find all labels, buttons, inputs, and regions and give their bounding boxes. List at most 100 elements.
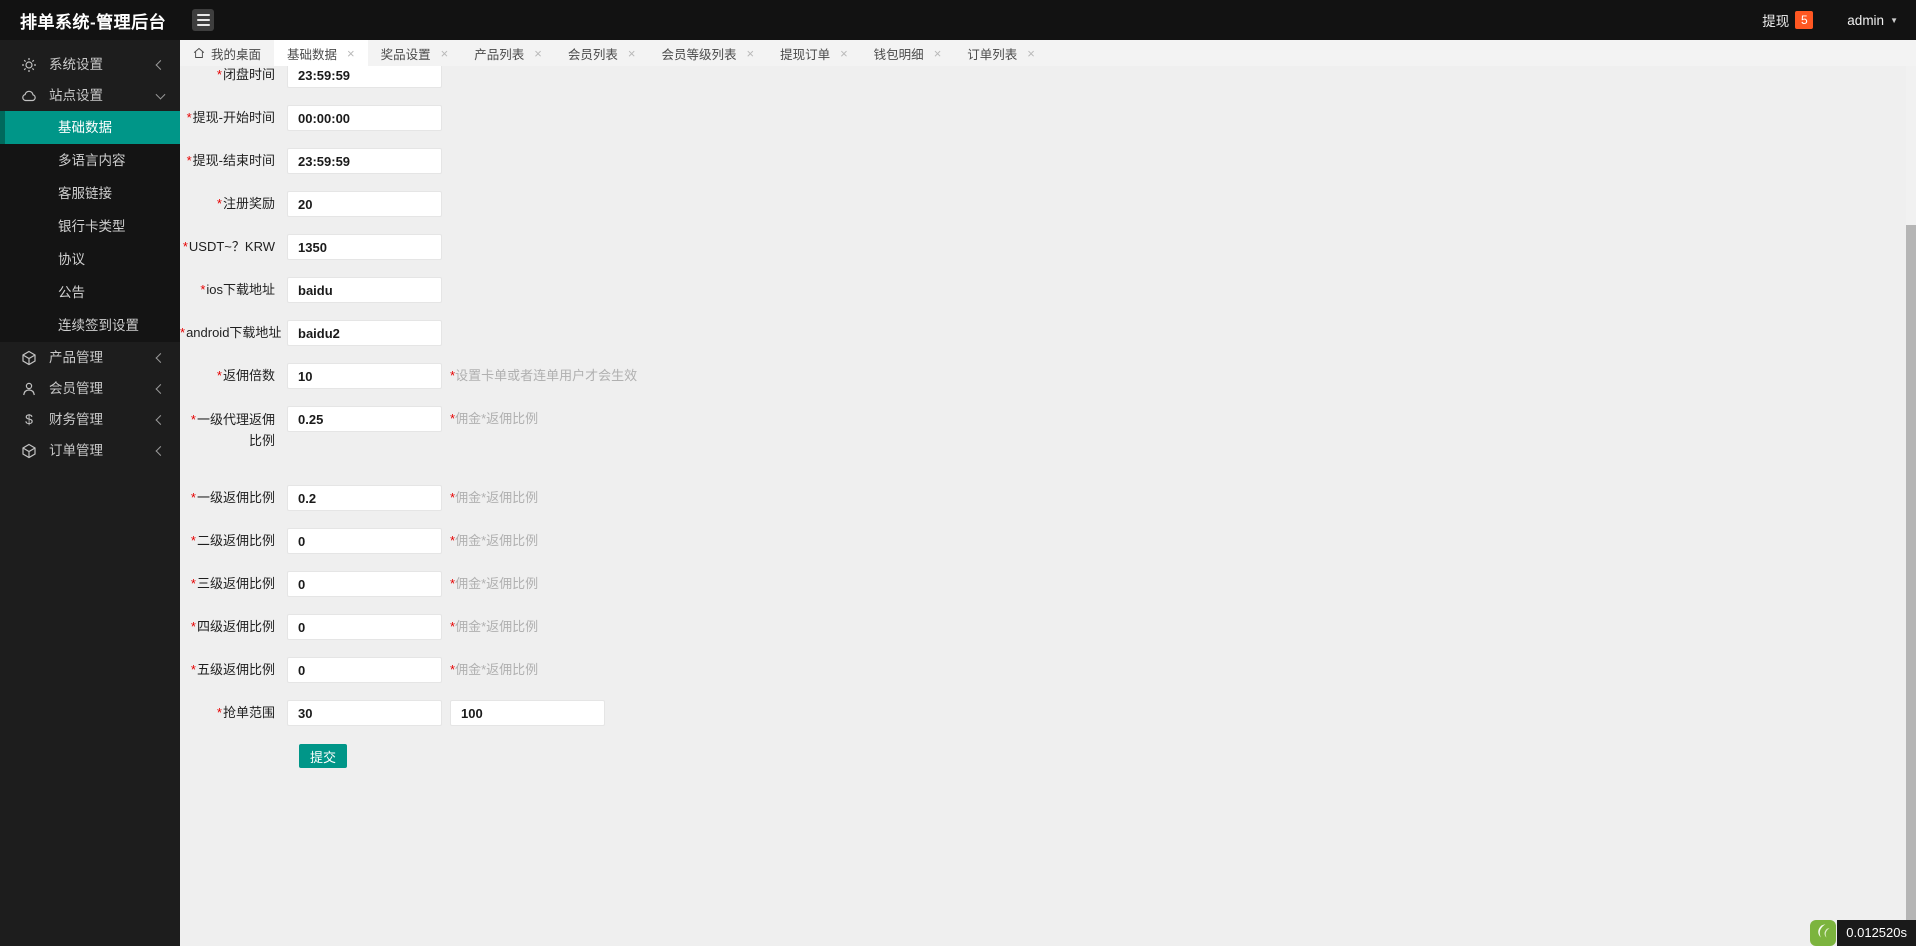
grab-range-min-input[interactable]: [287, 700, 442, 726]
form-row: *闭盘时间: [180, 66, 1916, 88]
main-area: 我的桌面 基础数据 × 奖品设置 × 产品列表 × 会员列表 × 会员等级列表 …: [180, 40, 1916, 946]
chevron-left-icon: [155, 59, 166, 70]
field-label-withdraw-end: *提现-结束时间: [186, 153, 275, 168]
tab-desktop[interactable]: 我的桌面: [180, 40, 274, 66]
sidebar-subitem-bankcard-type[interactable]: 银行卡类型: [0, 210, 180, 243]
close-icon[interactable]: ×: [1027, 47, 1035, 60]
field-label-l4-rebate: *四级返佣比例: [190, 619, 275, 634]
field-label-l3-rebate: *三级返佣比例: [190, 576, 275, 591]
scrollbar-track[interactable]: [1906, 66, 1916, 946]
form-row: *三级返佣比例 *佣金*返佣比例: [180, 571, 1916, 597]
debug-badge: 0.012520s: [1809, 920, 1916, 946]
close-icon[interactable]: ×: [746, 47, 754, 60]
field-label-l2-rebate: *二级返佣比例: [190, 533, 275, 548]
sidebar-item-label: 产品管理: [49, 350, 103, 365]
rebate-multiple-input[interactable]: [287, 363, 442, 389]
close-time-input[interactable]: [287, 66, 442, 88]
field-hint: *佣金*返佣比例: [450, 576, 539, 591]
app-title: 排单系统-管理后台: [20, 12, 167, 32]
field-label-android-url: *android下载地址: [180, 325, 282, 340]
field-label-close-time: *闭盘时间: [216, 67, 275, 82]
field-label-usdt-krw: *USDT~？KRW: [182, 239, 275, 254]
sidebar-subitem-service-link[interactable]: 客服链接: [0, 177, 180, 210]
close-icon[interactable]: ×: [534, 47, 542, 60]
chevron-left-icon: [155, 445, 166, 456]
thinkphp-logo-icon[interactable]: [1809, 920, 1837, 946]
withdraw-count-badge[interactable]: 5: [1795, 11, 1814, 29]
scrollbar-thumb[interactable]: [1906, 225, 1916, 946]
menu-toggle-button[interactable]: [192, 9, 214, 31]
home-icon: [193, 47, 205, 59]
tab-order-list[interactable]: 订单列表 ×: [954, 40, 1048, 66]
form-row: *注册奖励: [180, 191, 1916, 217]
sidebar-subitem-signin-settings[interactable]: 连续签到设置: [0, 309, 180, 342]
ios-url-input[interactable]: [287, 277, 442, 303]
user-menu[interactable]: admin ▼: [1847, 13, 1898, 28]
chevron-left-icon: [155, 414, 166, 425]
sidebar-item-finance-mgmt[interactable]: $ 财务管理: [0, 404, 180, 435]
android-url-input[interactable]: [287, 320, 442, 346]
close-icon[interactable]: ×: [347, 47, 355, 60]
tab-member-list[interactable]: 会员列表 ×: [555, 40, 649, 66]
basic-data-form: *闭盘时间 *提现-开始时间 *提现-结束时间 *注册奖励 *USDT~？KRW: [180, 66, 1916, 768]
field-hint: *佣金*返佣比例: [450, 533, 539, 548]
tab-prize-settings[interactable]: 奖品设置 ×: [368, 40, 462, 66]
cloud-icon: [21, 88, 37, 104]
form-row: *五级返佣比例 *佣金*返佣比例: [180, 657, 1916, 683]
field-hint: *佣金*返佣比例: [450, 490, 539, 505]
sidebar-item-member-mgmt[interactable]: 会员管理: [0, 373, 180, 404]
field-hint: *设置卡单或者连单用户才会生效: [450, 368, 638, 383]
tab-product-list[interactable]: 产品列表 ×: [461, 40, 555, 66]
field-label-rebate-multiple: *返佣倍数: [216, 368, 275, 383]
l4-rebate-input[interactable]: [287, 614, 442, 640]
sidebar-subitem-agreement[interactable]: 协议: [0, 243, 180, 276]
sidebar-item-label: 财务管理: [49, 412, 103, 427]
form-row: *android下载地址: [180, 320, 1916, 346]
field-label-ios-url: *ios下载地址: [200, 282, 275, 297]
close-icon[interactable]: ×: [840, 47, 848, 60]
l3-rebate-input[interactable]: [287, 571, 442, 597]
sidebar: 系统设置 站点设置 基础数据 多语言内容 客服链接 银行卡类型 协议 公告 连续…: [0, 40, 180, 946]
sidebar-subitem-basic-data[interactable]: 基础数据: [0, 111, 180, 144]
sidebar-subitem-announcement[interactable]: 公告: [0, 276, 180, 309]
sidebar-item-site-settings[interactable]: 站点设置: [0, 80, 180, 111]
withdraw-link[interactable]: 提现: [1762, 10, 1789, 30]
close-icon[interactable]: ×: [441, 47, 449, 60]
register-reward-input[interactable]: [287, 191, 442, 217]
form-row: *四级返佣比例 *佣金*返佣比例: [180, 614, 1916, 640]
l2-rebate-input[interactable]: [287, 528, 442, 554]
withdraw-start-input[interactable]: [287, 105, 442, 131]
submit-button[interactable]: 提交: [299, 744, 348, 768]
tab-withdraw-orders[interactable]: 提现订单 ×: [767, 40, 861, 66]
tab-wallet-detail[interactable]: 钱包明细 ×: [861, 40, 955, 66]
field-hint: *佣金*返佣比例: [450, 662, 539, 677]
caret-down-icon: ▼: [1890, 15, 1898, 25]
sidebar-item-label: 系统设置: [49, 57, 103, 72]
chevron-left-icon: [155, 352, 166, 363]
grab-range-max-input[interactable]: [450, 700, 605, 726]
form-row: *一级返佣比例 *佣金*返佣比例: [180, 485, 1916, 511]
usdt-krw-input[interactable]: [287, 234, 442, 260]
field-hint: *佣金*返佣比例: [450, 411, 539, 426]
form-row-range: *抢单范围: [180, 700, 1916, 726]
content-area: *闭盘时间 *提现-开始时间 *提现-结束时间 *注册奖励 *USDT~？KRW: [180, 66, 1916, 946]
close-icon[interactable]: ×: [628, 47, 636, 60]
tab-member-level-list[interactable]: 会员等级列表 ×: [648, 40, 767, 66]
sidebar-item-product-mgmt[interactable]: 产品管理: [0, 342, 180, 373]
withdraw-end-input[interactable]: [287, 148, 442, 174]
tab-basic-data[interactable]: 基础数据 ×: [274, 40, 368, 66]
l5-rebate-input[interactable]: [287, 657, 442, 683]
close-icon[interactable]: ×: [934, 47, 942, 60]
sidebar-item-system-settings[interactable]: 系统设置: [0, 49, 180, 80]
sidebar-item-order-mgmt[interactable]: 订单管理: [0, 435, 180, 466]
agent-l1-rebate-input[interactable]: [287, 406, 442, 432]
sidebar-item-label: 会员管理: [49, 381, 103, 396]
sidebar-subitem-multilang[interactable]: 多语言内容: [0, 144, 180, 177]
top-header: 排单系统-管理后台 提现 5 admin ▼: [0, 0, 1916, 40]
form-row: *二级返佣比例 *佣金*返佣比例: [180, 528, 1916, 554]
form-row: *返佣倍数 *设置卡单或者连单用户才会生效: [180, 363, 1916, 389]
chevron-down-icon: [155, 89, 166, 100]
l1-rebate-input[interactable]: [287, 485, 442, 511]
site-settings-submenu: 基础数据 多语言内容 客服链接 银行卡类型 协议 公告 连续签到设置: [0, 111, 180, 342]
cube-icon: [21, 443, 37, 459]
